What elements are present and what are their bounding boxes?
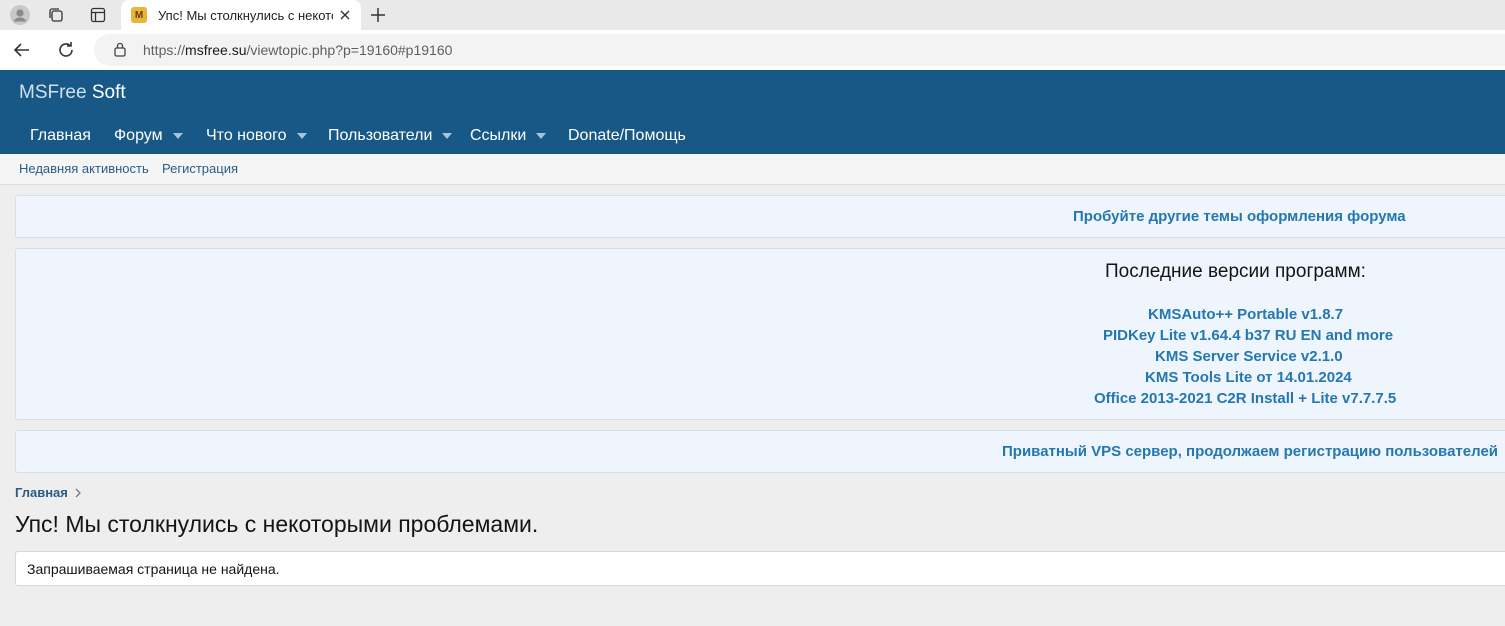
chevron-down-icon[interactable] <box>172 133 183 139</box>
collections-icon[interactable] <box>36 0 76 30</box>
close-tab-icon[interactable] <box>337 7 353 23</box>
nav-donate[interactable]: Donate/Помощь <box>568 118 686 154</box>
site-favicon-icon: M <box>131 7 147 23</box>
breadcrumb-home[interactable]: Главная <box>15 485 68 500</box>
chevron-down-icon[interactable] <box>536 133 547 139</box>
nav-whats-new[interactable]: Что нового <box>206 118 307 154</box>
lock-icon[interactable] <box>113 41 127 57</box>
themes-link[interactable]: Пробуйте другие темы оформления форума <box>1073 208 1406 225</box>
url-text[interactable]: https://msfree.su/viewtopic.php?p=19160#… <box>143 42 452 58</box>
new-tab-icon[interactable] <box>368 5 388 25</box>
subnav-recent-activity[interactable]: Недавняя активность <box>19 161 149 176</box>
page-title: Упс! Мы столкнулись с некоторыми проблем… <box>15 511 539 537</box>
nav-home[interactable]: Главная <box>30 118 91 154</box>
vps-link[interactable]: Приватный VPS сервер, продолжаем регистр… <box>1002 443 1498 460</box>
profile-icon[interactable] <box>0 0 40 30</box>
version-link[interactable]: KMS Server Service v2.1.0 <box>1155 348 1343 365</box>
active-tab[interactable]: M Упс! Мы столкнулись с некоторыми пробл… <box>121 0 361 30</box>
version-link[interactable]: PIDKey Lite v1.64.4 b37 RU EN and more <box>1103 327 1393 344</box>
site-logo[interactable]: MSFree Soft <box>19 82 126 104</box>
versions-heading: Последние версии программ: <box>1105 261 1366 282</box>
sub-nav: Недавняя активность Регистрация <box>0 154 1505 185</box>
nav-forum[interactable]: Форум <box>114 118 183 154</box>
chevron-down-icon[interactable] <box>442 133 453 139</box>
tab-title: Упс! Мы столкнулись с некоторыми проблем… <box>158 7 333 23</box>
version-link[interactable]: KMSAuto++ Portable v1.8.7 <box>1148 306 1343 323</box>
subnav-register[interactable]: Регистрация <box>162 161 238 176</box>
chevron-right-icon <box>75 488 81 498</box>
version-link[interactable]: KMS Tools Lite от 14.01.2024 <box>1145 369 1352 386</box>
version-link[interactable]: Office 2013-2021 C2R Install + Lite v7.7… <box>1094 390 1396 407</box>
error-message: Запрашиваемая страница не найдена. <box>27 561 280 577</box>
chevron-down-icon[interactable] <box>296 133 307 139</box>
back-icon[interactable] <box>9 38 35 62</box>
url-host: msfree.su <box>185 42 247 58</box>
nav-users[interactable]: Пользователи <box>328 118 453 154</box>
nav-links[interactable]: Ссылки <box>470 118 547 154</box>
browser-tab-bar: M Упс! Мы столкнулись с некоторыми пробл… <box>0 0 1505 30</box>
reload-icon[interactable] <box>53 38 79 62</box>
tab-actions-icon[interactable] <box>78 0 118 30</box>
